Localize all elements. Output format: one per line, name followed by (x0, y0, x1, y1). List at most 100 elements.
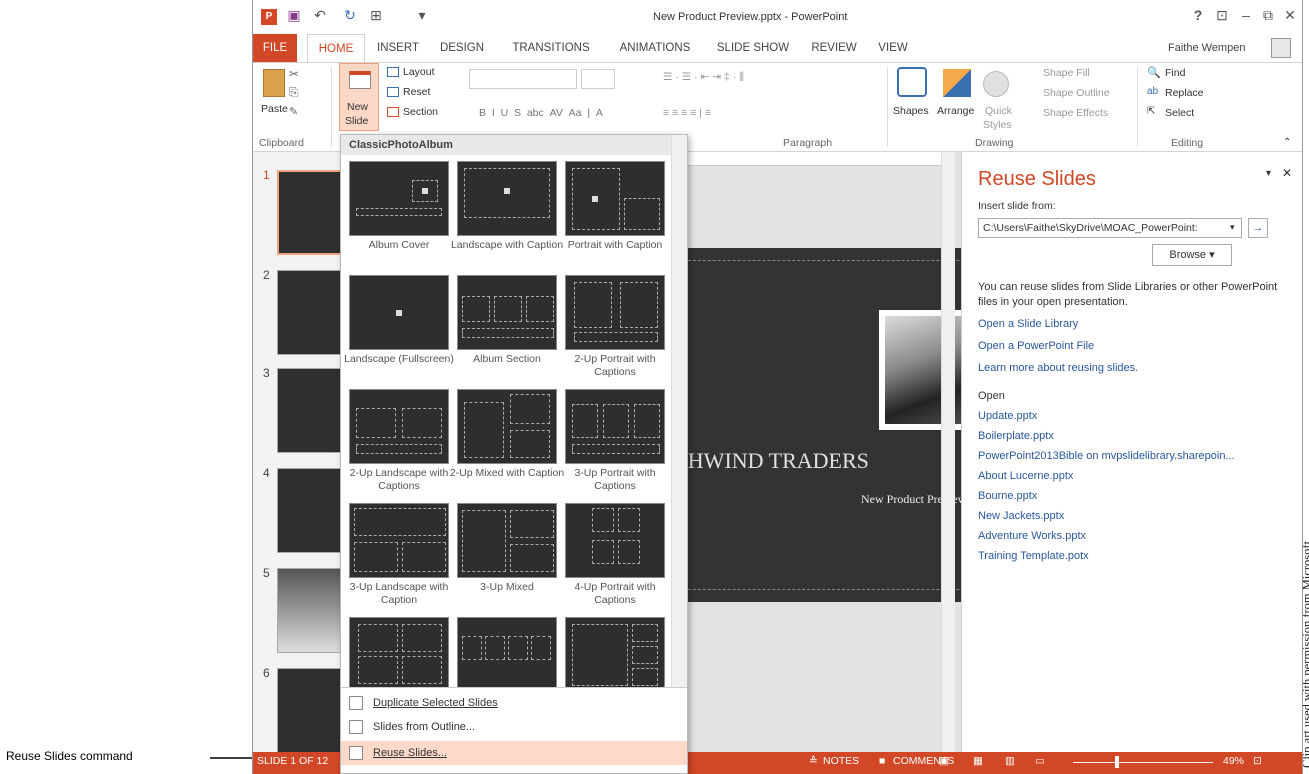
slide-thumbnail[interactable] (277, 468, 345, 553)
arrange-icon[interactable] (943, 69, 971, 97)
layout-option-partial[interactable] (565, 617, 665, 687)
replace-button[interactable]: Replace (1165, 87, 1204, 99)
minimize-icon[interactable]: – (1237, 6, 1255, 24)
font-formatting-icons[interactable]: B I U S abc AV Aa | A (479, 107, 603, 119)
reuse-slides-menu-item[interactable]: Reuse Slides... (341, 741, 687, 765)
layout-button[interactable]: Layout (403, 66, 435, 78)
file-link[interactable]: Update.pptx (978, 410, 1037, 422)
font-name-box[interactable] (469, 69, 577, 89)
file-link[interactable]: Adventure Works.pptx (978, 530, 1086, 542)
tab-file[interactable]: FILE (253, 34, 297, 62)
notes-icon[interactable]: ≙ (809, 755, 818, 767)
shape-fill-button[interactable]: Shape Fill (1043, 67, 1090, 79)
layout-option[interactable]: 3-Up Portrait with Captions (565, 389, 665, 497)
slide-thumbnail[interactable] (277, 568, 345, 653)
zoom-level[interactable]: 49% (1223, 755, 1244, 767)
file-link[interactable]: About Lucerne.pptx (978, 470, 1073, 482)
path-input[interactable]: C:\Users\Faithe\SkyDrive\MOAC_PowerPoint… (978, 218, 1242, 238)
collapse-ribbon-icon[interactable]: ⌃ (1283, 137, 1291, 148)
customize-qat-icon[interactable]: ▾ (413, 6, 431, 24)
layout-option[interactable]: Album Cover (349, 161, 449, 269)
pane-options-icon[interactable]: ▾ (1266, 168, 1271, 179)
slide-thumbnail[interactable] (277, 270, 345, 355)
paragraph-icons[interactable]: ☰ · ☰ · ⇤ ⇥ ‡ · ⫼ (663, 71, 744, 84)
go-arrow-icon[interactable]: → (1248, 218, 1268, 238)
save-icon[interactable]: ▣ (285, 6, 303, 24)
tab-animations[interactable]: ANIMATIONS (609, 34, 701, 62)
layout-option[interactable]: Landscape (Fullscreen) (344, 275, 454, 383)
layout-option[interactable]: 3-Up Landscape with Caption (349, 503, 449, 611)
file-link[interactable]: New Jackets.pptx (978, 510, 1064, 522)
tab-view[interactable]: VIEW (871, 34, 915, 62)
quick-styles-bottom[interactable]: Styles (983, 119, 1012, 131)
pane-close-icon[interactable]: ✕ (1282, 166, 1292, 180)
file-link[interactable]: Bourne.pptx (978, 490, 1037, 502)
presentation-icon[interactable]: ⊞ (367, 6, 385, 24)
avatar[interactable] (1271, 38, 1291, 58)
reading-view-icon[interactable]: ▥ (1005, 755, 1015, 767)
vertical-scrollbar[interactable] (941, 152, 955, 752)
layout-option[interactable]: 2-Up Mixed with Caption (450, 389, 564, 497)
cut-icon[interactable]: ✂ (289, 67, 299, 81)
layout-option[interactable]: Album Section (457, 275, 557, 383)
reset-button[interactable]: Reset (403, 86, 430, 98)
align-icons[interactable]: ≡ ≡ ≡ ≡ | ≡ (663, 107, 711, 119)
tab-design[interactable]: DESIGN (433, 34, 491, 62)
layout-option[interactable]: 2-Up Portrait with Captions (565, 275, 665, 383)
path-dropdown-icon[interactable]: ▾ (1230, 222, 1235, 233)
format-painter-icon[interactable]: ✎ (289, 105, 298, 118)
browse-button[interactable]: Browse ▾ (1152, 244, 1232, 266)
paste-button[interactable]: Paste (261, 103, 288, 115)
font-size-box[interactable] (581, 69, 615, 89)
arrange-button[interactable]: Arrange (937, 105, 974, 117)
tab-home[interactable]: HOME (307, 34, 365, 62)
shapes-button[interactable]: Shapes (893, 105, 929, 117)
shapes-icon[interactable] (897, 67, 927, 97)
restore-icon[interactable]: ⧉ (1259, 6, 1277, 24)
slides-from-outline-menu-item[interactable]: Slides from Outline... (341, 715, 687, 739)
layout-option[interactable]: 2-Up Landscape with Captions (349, 389, 449, 497)
layout-option[interactable]: 4-Up Portrait with Captions (565, 503, 665, 611)
file-link[interactable]: Training Template.potx (978, 550, 1089, 562)
select-button[interactable]: Select (1165, 107, 1194, 119)
slide-thumbnail[interactable] (277, 170, 345, 255)
tab-review[interactable]: REVIEW (805, 34, 863, 62)
layout-option[interactable]: 3-Up Mixed (457, 503, 557, 611)
ribbon-display-icon[interactable]: ⊡ (1213, 6, 1231, 24)
slide-show-icon[interactable]: ▭ (1035, 755, 1045, 767)
shape-effects-button[interactable]: Shape Effects (1043, 107, 1108, 119)
open-powerpoint-file-link[interactable]: Open a PowerPoint File (978, 340, 1094, 352)
file-link[interactable]: PowerPoint2013Bible on mvpslidelibrary.s… (978, 450, 1235, 462)
redo-icon[interactable]: ↻ (341, 6, 359, 24)
slide-thumbnail[interactable] (277, 368, 345, 453)
paste-icon[interactable] (263, 69, 285, 97)
file-link[interactable]: Boilerplate.pptx (978, 430, 1054, 442)
layout-option-partial[interactable] (349, 617, 449, 687)
tab-transitions[interactable]: TRANSITIONS (503, 34, 599, 62)
layout-option[interactable]: Portrait with Caption (565, 161, 665, 269)
duplicate-slides-menu-item[interactable]: Duplicate Selected Slides (341, 691, 687, 715)
zoom-slider-thumb[interactable] (1115, 756, 1119, 768)
zoom-slider[interactable] (1073, 762, 1213, 763)
quick-styles-top[interactable]: Quick (985, 105, 1012, 117)
user-name[interactable]: Faithe Wempen (1168, 42, 1245, 54)
copy-icon[interactable]: ⎘ (289, 85, 299, 100)
comments-icon[interactable]: ■ (879, 755, 885, 767)
fit-slide-icon[interactable]: ⊡ (1253, 755, 1262, 767)
normal-view-icon[interactable]: ▣ (939, 755, 949, 767)
shape-outline-button[interactable]: Shape Outline (1043, 87, 1110, 99)
help-icon[interactable]: ? (1189, 6, 1207, 24)
layout-option-partial[interactable] (457, 617, 557, 687)
learn-more-link[interactable]: Learn more about reusing slides. (978, 362, 1138, 374)
slide-thumbnail[interactable] (277, 668, 345, 753)
tab-insert[interactable]: INSERT (371, 34, 425, 62)
open-slide-library-link[interactable]: Open a Slide Library (978, 318, 1078, 330)
notes-button[interactable]: NOTES (823, 755, 859, 767)
quick-styles-icon[interactable] (983, 71, 1009, 97)
undo-icon[interactable]: ↶ (311, 6, 329, 24)
slide-title[interactable]: RTHWIND TRADERS (661, 448, 869, 474)
section-button[interactable]: Section (403, 106, 438, 118)
close-icon[interactable]: ✕ (1281, 6, 1299, 24)
layout-option[interactable]: Landscape with Caption (451, 161, 563, 269)
tab-slide-show[interactable]: SLIDE SHOW (711, 34, 795, 62)
